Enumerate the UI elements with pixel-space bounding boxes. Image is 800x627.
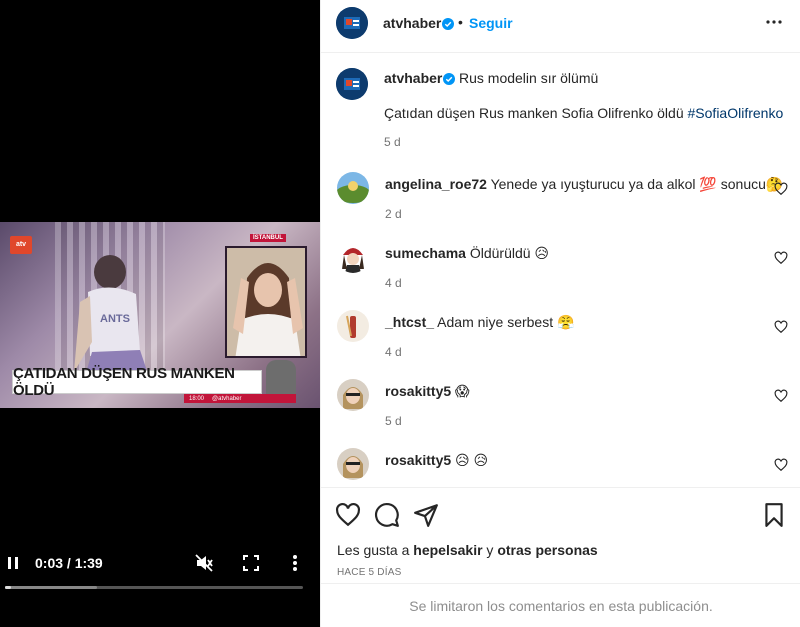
video-progress-bar[interactable] <box>5 586 303 589</box>
comment-time[interactable]: 4 d <box>385 345 402 359</box>
like-heart-icon[interactable] <box>335 502 361 528</box>
more-vertical-icon[interactable] <box>288 553 302 573</box>
comment-time[interactable]: 2 d <box>385 207 402 221</box>
comment-username[interactable]: rosakitty5 <box>385 383 451 399</box>
comment-item: angelina_roe72 Yenede ya ıyuşturucu ya d… <box>321 172 800 241</box>
model-figure: ANTS <box>74 255 150 380</box>
comment-item: rosakitty5 😱 5 d <box>321 379 800 448</box>
comment-item: _htcst_ Adam niye serbest 😤 4 d <box>321 310 800 379</box>
caption-time[interactable]: 5 d <box>384 135 401 149</box>
news-anchor <box>266 360 296 398</box>
pause-icon[interactable] <box>6 556 20 570</box>
follow-button[interactable]: Seguir <box>469 15 513 31</box>
tv-istanbul-label: İSTANBUL <box>250 234 286 242</box>
avatar[interactable] <box>337 172 369 204</box>
video-frame[interactable]: ANTS atv İSTANBUL ÇATIDAN DÜŞEN RUS MANK… <box>0 222 320 408</box>
atv-logo: atv <box>10 236 32 254</box>
comment-username[interactable]: rosakitty5 <box>385 452 451 468</box>
caption-body: Çatıdan düşen Rus manken Sofia Olifrenko… <box>384 105 784 121</box>
heart-icon[interactable] <box>774 458 788 472</box>
post-author-username[interactable]: atvhaber <box>383 15 441 31</box>
more-options-icon[interactable] <box>766 14 782 30</box>
liked-by-others[interactable]: otras personas <box>497 542 597 558</box>
caption-title: Rus modelin sır ölümü <box>459 70 599 86</box>
comment-username[interactable]: angelina_roe72 <box>385 176 487 192</box>
avatar[interactable] <box>337 379 369 411</box>
liked-by-user[interactable]: hepelsakir <box>413 542 482 558</box>
comment-username[interactable]: sumechama <box>385 245 466 261</box>
post-header: atvhaber • Seguir <box>321 0 800 53</box>
post-panel: atvhaber • Seguir atvhaber Rus modelin s… <box>320 0 800 627</box>
caption-username[interactable]: atvhaber <box>384 70 442 86</box>
avatar[interactable] <box>336 68 368 100</box>
muted-icon[interactable] <box>194 553 214 573</box>
comment-time[interactable]: 5 d <box>385 414 402 428</box>
video-time: 0:03 / 1:39 <box>35 555 103 571</box>
portrait-photo <box>225 246 307 358</box>
avatar[interactable] <box>337 241 369 273</box>
separator-dot: • <box>458 14 463 30</box>
news-ticker: 18:00 @atvhaber <box>184 394 296 403</box>
avatar[interactable] <box>336 7 368 39</box>
comment-text: sumechama Öldürüldü 😥 <box>385 245 550 261</box>
heart-icon[interactable] <box>774 251 788 265</box>
comment-username[interactable]: _htcst_ <box>385 314 434 330</box>
verified-badge-icon <box>443 71 455 87</box>
comment-bubble-icon[interactable] <box>374 502 400 528</box>
likes-summary: Les gusta a hepelsakir y otras personas <box>337 542 598 558</box>
comment-item: sumechama Öldürüldü 😥 4 d <box>321 241 800 310</box>
comment-time[interactable]: 4 d <box>385 276 402 290</box>
avatar[interactable] <box>337 310 369 342</box>
heart-icon[interactable] <box>774 182 788 196</box>
avatar[interactable] <box>337 448 369 480</box>
news-headline: ÇATIDAN DÜŞEN RUS MANKEN ÖLDÜ <box>12 365 262 399</box>
video-buffer-bar <box>5 586 98 589</box>
bookmark-icon[interactable] <box>761 502 787 528</box>
post-date[interactable]: HACE 5 DÍAS <box>337 567 401 578</box>
comment-text: angelina_roe72 Yenede ya ıyuşturucu ya d… <box>385 176 784 192</box>
heart-icon[interactable] <box>774 389 788 403</box>
hashtag-link[interactable]: #SofiaOlifrenko <box>688 105 784 121</box>
video-controls: 0:03 / 1:39 <box>0 548 320 578</box>
share-send-icon[interactable] <box>413 502 439 528</box>
post-actions: Les gusta a hepelsakir y otras personas … <box>321 487 800 597</box>
heart-icon[interactable] <box>774 320 788 334</box>
comment-text: rosakitty5 😥 😥 <box>385 452 489 468</box>
comment-text: rosakitty5 😱 <box>385 383 470 399</box>
video-player[interactable]: ANTS atv İSTANBUL ÇATIDAN DÜŞEN RUS MANK… <box>0 0 320 627</box>
fullscreen-icon[interactable] <box>242 554 260 572</box>
video-progress-fill <box>5 586 11 589</box>
comments-limited-notice: Se limitaron los comentarios en esta pub… <box>321 583 800 627</box>
svg-text:ANTS: ANTS <box>100 313 130 325</box>
comment-text: _htcst_ Adam niye serbest 😤 <box>385 314 575 330</box>
verified-badge-icon <box>442 16 454 32</box>
